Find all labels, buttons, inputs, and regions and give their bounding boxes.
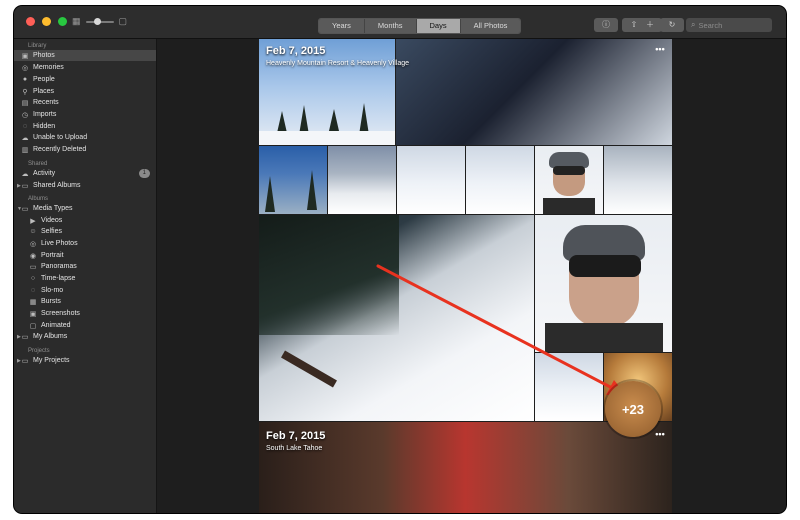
more-photos-badge[interactable]: +23 [605,381,661,437]
annotation-arrow [376,264,626,395]
